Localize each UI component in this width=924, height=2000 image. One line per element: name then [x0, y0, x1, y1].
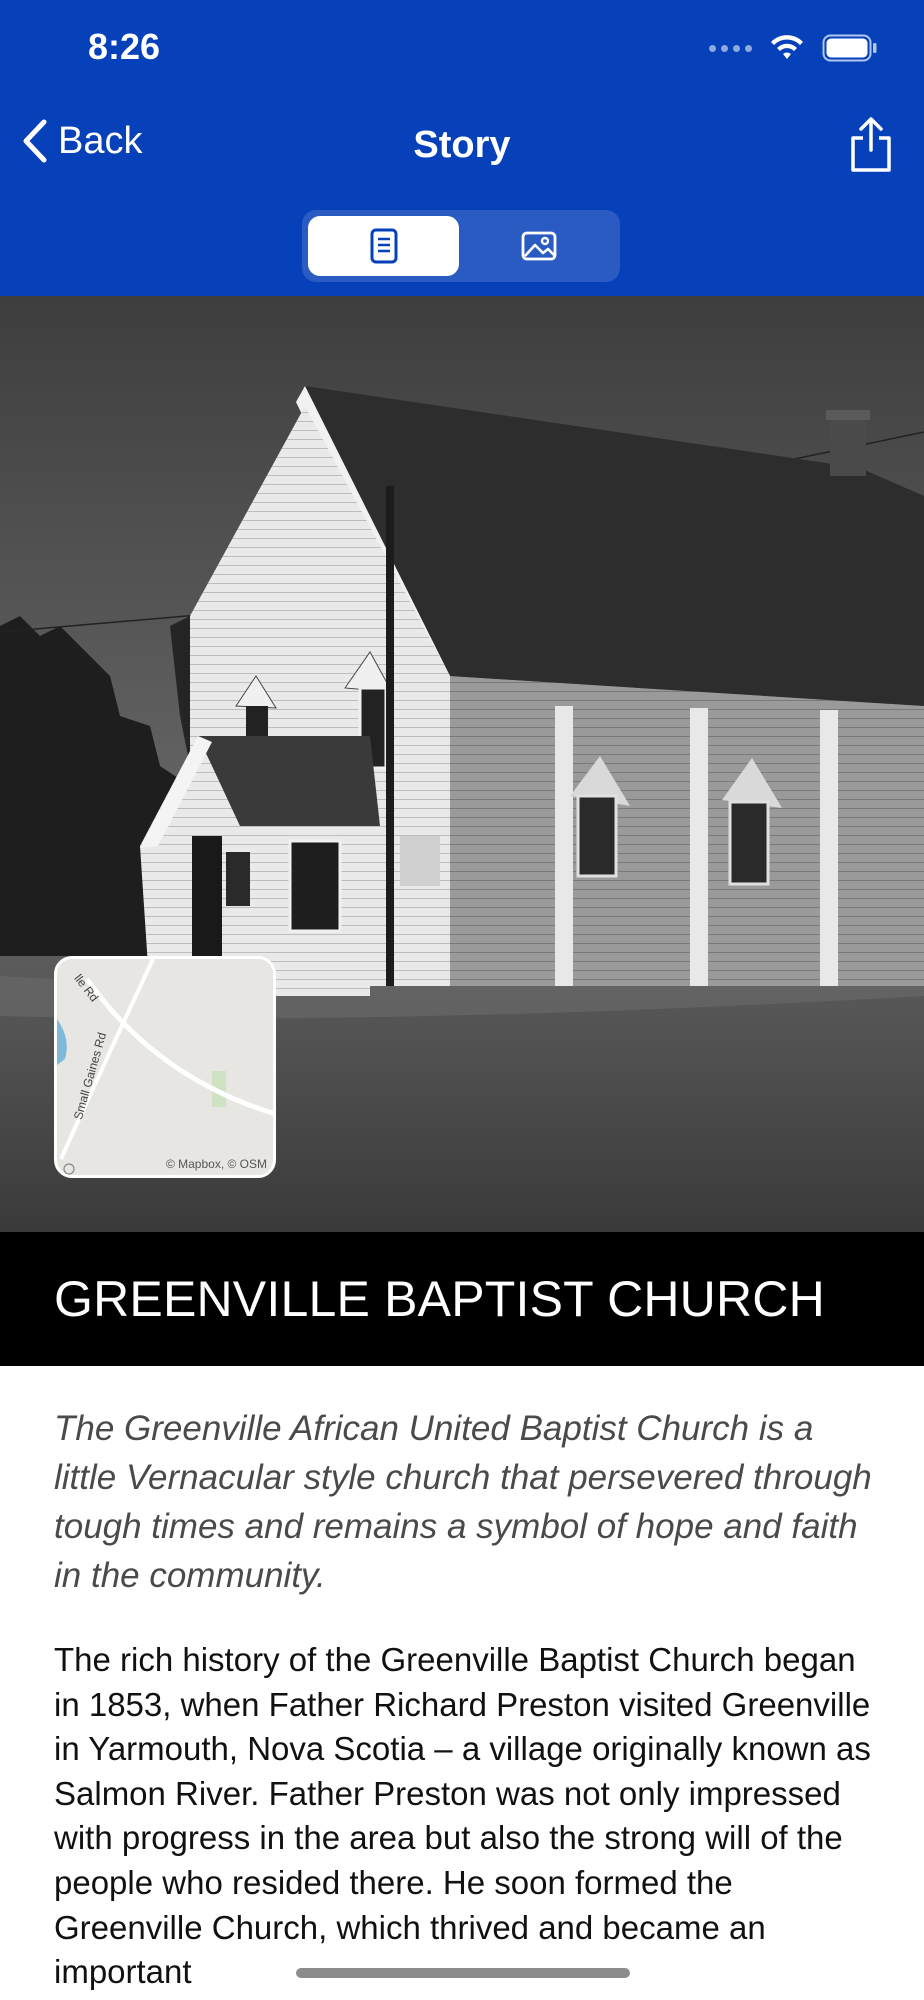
story-content: The Greenville African United Baptist Ch…	[54, 1404, 884, 1995]
battery-icon	[822, 34, 877, 62]
title-band: GREENVILLE BAPTIST CHURCH	[0, 1232, 924, 1366]
story-body: The rich history of the Greenville Bapti…	[54, 1641, 871, 1991]
photo-icon	[521, 231, 556, 261]
map-attribution: © Mapbox, © OSM	[165, 1157, 267, 1171]
status-icons	[709, 34, 878, 62]
story-lede: The Greenville African United Baptist Ch…	[54, 1409, 872, 1595]
page-title: Story	[413, 124, 511, 166]
share-button[interactable]	[848, 116, 894, 179]
wifi-icon	[771, 35, 803, 59]
story-title: GREENVILLE BAPTIST CHURCH	[54, 1271, 825, 1327]
segment-images[interactable]	[463, 216, 614, 276]
map-thumbnail[interactable]: lle Rd Small Gaines Rd © Mapbox, © OSM	[54, 956, 276, 1178]
signal-icon	[709, 44, 752, 52]
view-segmented-control	[302, 210, 620, 282]
home-indicator	[296, 1968, 630, 1978]
church-photo: lle Rd Small Gaines Rd © Mapbox, © OSM	[0, 296, 924, 1232]
share-icon	[851, 117, 891, 172]
document-icon	[370, 228, 397, 264]
top-header: 8:26 Back Story	[0, 0, 924, 296]
segment-text[interactable]	[308, 216, 459, 276]
status-time: 8:26	[88, 26, 161, 67]
